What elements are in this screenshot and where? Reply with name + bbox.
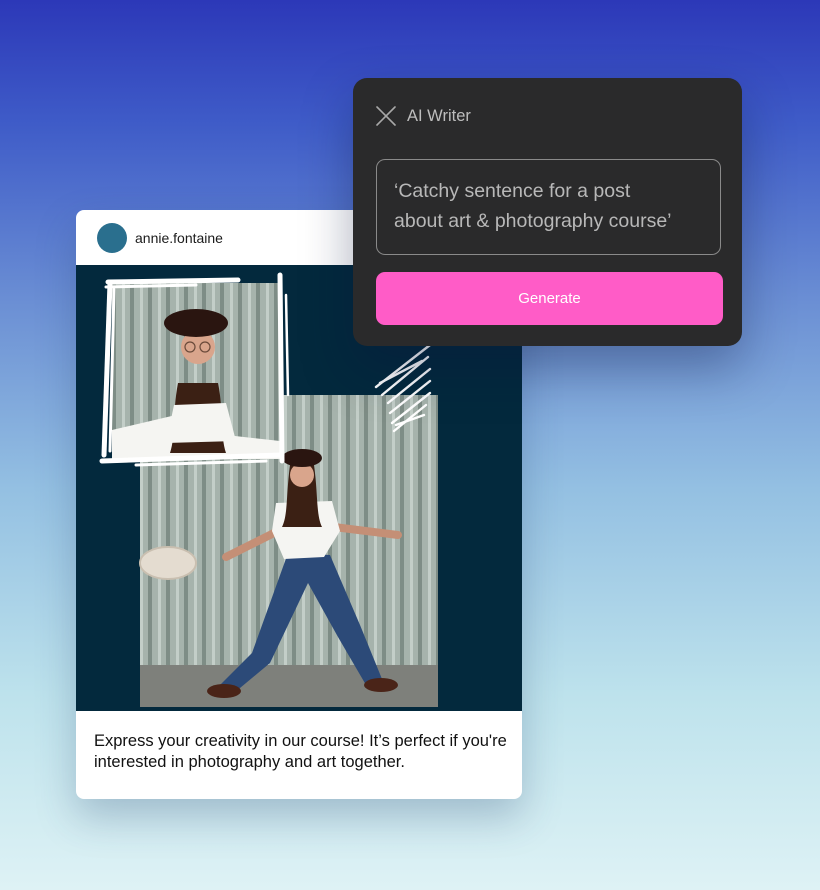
ai-writer-panel: AI Writer ‘Catchy sentence for a post ab… [353,78,742,346]
avatar[interactable] [97,222,127,253]
ai-writer-header: AI Writer [375,104,471,128]
ai-writer-title: AI Writer [407,106,471,125]
prompt-input[interactable]: ‘Catchy sentence for a post about art & … [376,159,721,255]
post-caption: Express your creativity in our course! I… [94,732,507,771]
inset-photo [112,283,280,459]
generate-button[interactable]: Generate [376,272,723,325]
close-icon[interactable] [375,105,397,127]
prompt-text[interactable]: ‘Catchy sentence for a post about art & … [394,176,710,236]
username[interactable]: annie.fontaine [135,230,223,246]
